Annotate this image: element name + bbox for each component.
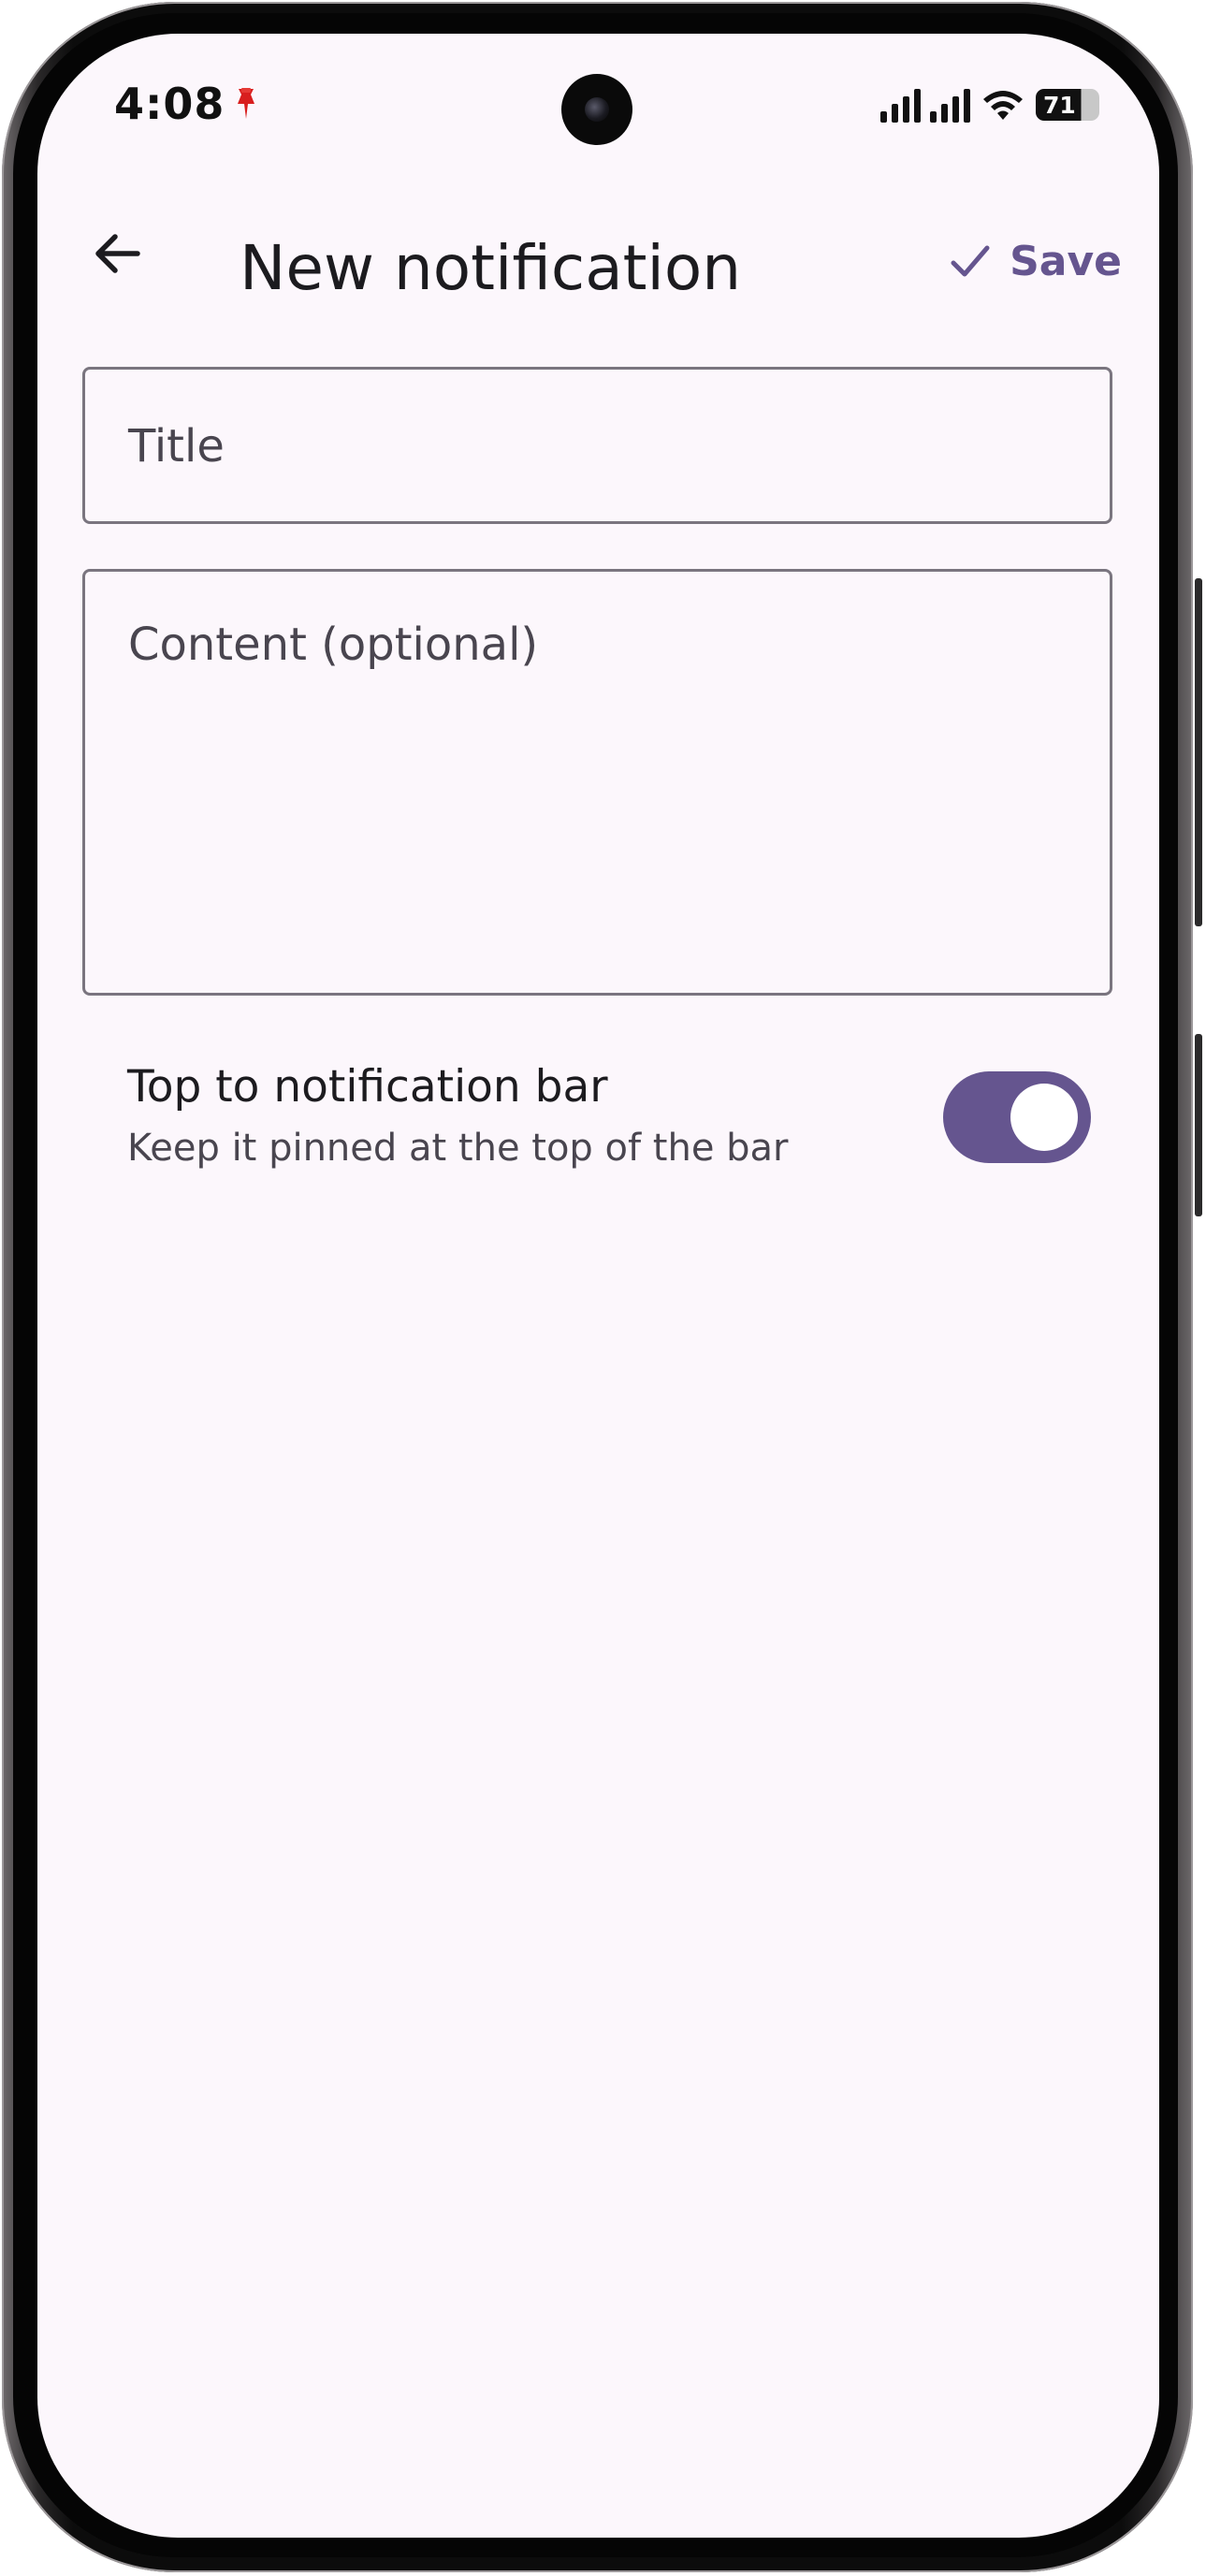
pin-icon xyxy=(238,88,254,119)
setting-title: Top to notification bar xyxy=(127,1061,608,1113)
pin-to-top-setting[interactable]: Top to notification bar Keep it pinned a… xyxy=(127,1061,1091,1192)
wifi-icon xyxy=(983,91,1023,120)
screen: 4:08 71 New notification Save Title Cont… xyxy=(37,34,1159,2538)
status-time: 4:08 xyxy=(114,79,225,129)
pin-toggle-switch[interactable] xyxy=(943,1071,1091,1163)
power-button xyxy=(1195,1034,1202,1216)
title-input[interactable]: Title xyxy=(82,367,1112,524)
setting-subtitle: Keep it pinned at the top of the bar xyxy=(127,1127,789,1170)
phone-device: 4:08 71 New notification Save Title Cont… xyxy=(0,0,1206,2576)
signal-icon xyxy=(880,87,921,123)
check-icon xyxy=(951,245,990,277)
title-placeholder: Title xyxy=(128,420,225,473)
battery-icon: 71 xyxy=(1036,89,1099,121)
back-button[interactable] xyxy=(84,221,150,286)
toggle-knob xyxy=(1010,1084,1078,1151)
status-icons: 71 xyxy=(880,86,1099,124)
save-button[interactable]: Save xyxy=(950,228,1122,294)
content-placeholder: Content (optional) xyxy=(128,619,539,671)
signal-icon-2 xyxy=(930,87,970,123)
battery-level: 71 xyxy=(1043,91,1076,119)
content-input[interactable]: Content (optional) xyxy=(82,569,1112,996)
front-camera xyxy=(561,74,632,145)
arrow-back-icon xyxy=(95,234,140,273)
volume-button xyxy=(1195,578,1202,926)
save-label: Save xyxy=(1010,237,1122,285)
page-title: New notification xyxy=(240,232,742,304)
